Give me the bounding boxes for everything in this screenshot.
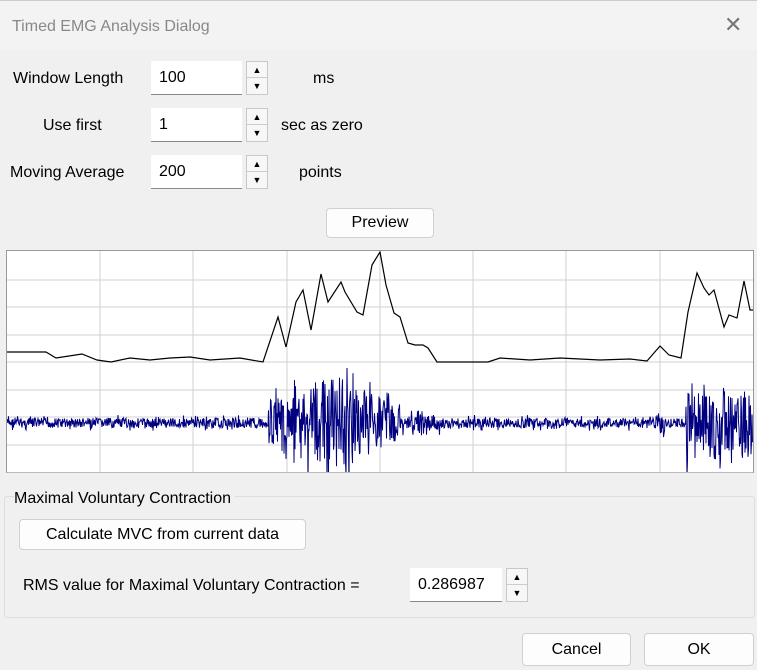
spin-up-icon[interactable]: ▲ [507, 569, 527, 585]
moving-average-input[interactable] [151, 155, 242, 189]
mvc-group [4, 496, 755, 618]
window-length-input[interactable] [151, 61, 242, 95]
use-first-input[interactable] [151, 108, 242, 142]
mvc-group-title: Maximal Voluntary Contraction [14, 490, 235, 508]
preview-button[interactable]: Preview [326, 208, 434, 238]
ok-button[interactable]: OK [644, 633, 754, 666]
window-length-unit: ms [313, 70, 335, 87]
spin-up-icon[interactable]: ▲ [247, 156, 267, 172]
close-icon[interactable]: ✕ [724, 12, 742, 38]
moving-average-label: Moving Average [10, 164, 125, 181]
rms-stepper[interactable]: ▲ ▼ [506, 568, 528, 602]
use-first-stepper[interactable]: ▲ ▼ [246, 108, 268, 142]
spin-up-icon[interactable]: ▲ [247, 109, 267, 125]
window-length-stepper[interactable]: ▲ ▼ [246, 61, 268, 95]
use-first-label: Use first [43, 117, 102, 134]
cancel-button[interactable]: Cancel [522, 633, 631, 666]
window-length-label: Window Length [13, 70, 124, 87]
rms-value-input[interactable] [410, 568, 502, 602]
plot-canvas [0, 250, 757, 486]
spin-down-icon[interactable]: ▼ [507, 585, 527, 601]
moving-average-stepper[interactable]: ▲ ▼ [246, 155, 268, 189]
spin-down-icon[interactable]: ▼ [247, 78, 267, 94]
calculate-mvc-button[interactable]: Calculate MVC from current data [19, 519, 306, 550]
rms-label: RMS value for Maximal Voluntary Contract… [23, 577, 360, 594]
dialog-title: Timed EMG Analysis Dialog [12, 18, 210, 35]
spin-up-icon[interactable]: ▲ [247, 62, 267, 78]
spin-down-icon[interactable]: ▼ [247, 125, 267, 141]
emg-preview-plot [0, 250, 757, 486]
use-first-unit: sec as zero [281, 117, 363, 134]
spin-down-icon[interactable]: ▼ [247, 172, 267, 188]
moving-average-unit: points [299, 164, 342, 181]
